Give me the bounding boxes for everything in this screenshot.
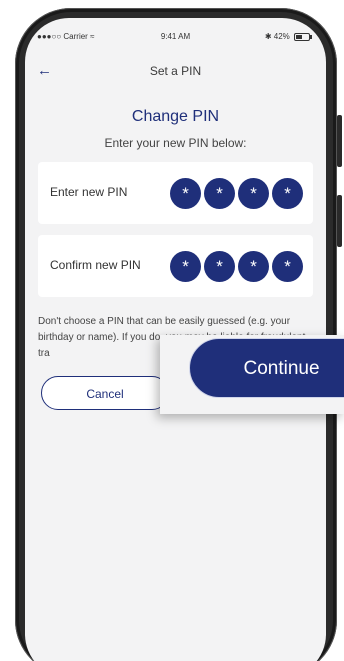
- battery-percent: 42%: [273, 32, 290, 41]
- battery-icon: [294, 32, 312, 41]
- page-heading: Change PIN: [131, 108, 220, 125]
- pin-digit: *: [238, 251, 269, 282]
- confirm-pin-label: Confirm new PIN: [50, 258, 141, 272]
- nav-bar: ← Set a PIN: [25, 62, 326, 86]
- new-pin-label: Enter new PIN: [50, 185, 128, 199]
- pin-digit: *: [272, 251, 303, 282]
- pin-digit: *: [204, 178, 235, 209]
- continue-button[interactable]: Continue: [189, 338, 344, 398]
- pin-digit: *: [272, 178, 303, 209]
- confirm-pin-input[interactable]: * * * *: [170, 251, 303, 282]
- volume-up-button: [337, 115, 342, 167]
- pin-digit: *: [170, 251, 201, 282]
- new-pin-card[interactable]: Enter new PIN * * * *: [38, 162, 313, 224]
- stage: ●●●○○ Carrier ≈ 9:41 AM ✱ 42% ← Set a PI…: [0, 0, 344, 661]
- status-right: ✱ 42%: [264, 32, 312, 41]
- pin-digit: *: [170, 178, 201, 209]
- confirm-pin-card[interactable]: Confirm new PIN * * * *: [38, 235, 313, 297]
- pin-digit: *: [204, 251, 235, 282]
- page-subheading: Enter your new PIN below:: [104, 136, 247, 150]
- bluetooth-icon: ✱: [264, 32, 272, 41]
- new-pin-input[interactable]: * * * *: [170, 178, 303, 209]
- nav-title: Set a PIN: [149, 64, 202, 78]
- pin-digit: *: [238, 178, 269, 209]
- zoom-callout: Continue: [160, 335, 344, 414]
- status-bar: ●●●○○ Carrier ≈ 9:41 AM ✱ 42%: [25, 18, 326, 46]
- volume-down-button: [337, 195, 342, 247]
- cancel-button[interactable]: Cancel: [41, 376, 169, 410]
